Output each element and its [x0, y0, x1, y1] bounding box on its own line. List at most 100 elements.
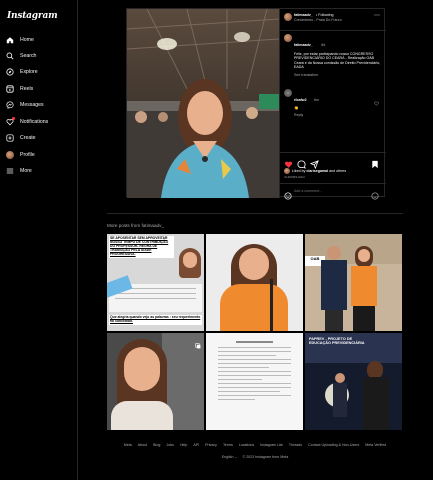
face	[358, 249, 370, 262]
pants	[353, 306, 375, 331]
sidebar: Instagram Home Search Explore Reels Mess…	[0, 0, 78, 480]
comment-text: 👏	[294, 106, 299, 110]
reply-button[interactable]: Reply	[294, 113, 374, 117]
face	[239, 248, 269, 280]
footer-link[interactable]: Blog	[153, 443, 160, 447]
sidebar-item-label: Profile	[20, 152, 35, 158]
post-location[interactable]: Crecimiento - Praia Do Futuro	[294, 18, 342, 22]
sidebar-item-label: Explore	[20, 69, 38, 75]
footer-link[interactable]: Instagram Lite	[260, 443, 283, 447]
sidebar-item-notifications[interactable]: Notifications	[6, 116, 48, 128]
liked-by-others[interactable]: and others	[329, 169, 346, 173]
sidebar-item-label: Messages	[20, 102, 44, 108]
post-side-panel: fatimaadv_ • Following Crecimiento - Pra…	[279, 9, 386, 200]
post-header: fatimaadv_ • Following Crecimiento - Pra…	[280, 9, 386, 31]
face	[327, 246, 341, 260]
footer-link[interactable]: Help	[180, 443, 187, 447]
comment-item: ribafw2 6m 👏 Reply	[294, 88, 374, 118]
orange-blouse	[351, 266, 377, 306]
microphone	[270, 279, 273, 331]
comment-input[interactable]	[294, 187, 366, 195]
instagram-logo[interactable]: Instagram	[7, 11, 58, 21]
grid-post[interactable]: PAPREV - PROJETO DE EDUCAÇÃO PREVIDENCIÁ…	[305, 333, 402, 430]
home-icon	[6, 36, 14, 44]
sidebar-item-search[interactable]: Search	[6, 50, 36, 62]
post-overlay-text: Que alegria quando vejo as palavras : se…	[109, 315, 202, 325]
compass-icon	[6, 68, 14, 76]
post-card: fatimaadv_ • Following Crecimiento - Pra…	[126, 8, 386, 200]
copyright: © 2023 Instagram from Meta	[242, 455, 289, 459]
emoji-picker-icon[interactable]	[371, 187, 379, 205]
legs	[325, 310, 343, 331]
sidebar-item-reels[interactable]: Reels	[6, 83, 33, 95]
section-divider	[107, 213, 403, 214]
liked-by: Liked by clarisegamal and others	[292, 169, 346, 173]
bookmark-icon[interactable]	[371, 156, 379, 174]
post-image	[127, 9, 279, 198]
menu-icon	[6, 167, 14, 175]
caption-avatar[interactable]	[284, 34, 292, 42]
profile-avatar	[6, 151, 14, 159]
grid-post[interactable]	[206, 333, 303, 430]
grid-post[interactable]: OAB	[305, 234, 402, 331]
liked-by-user[interactable]: clarisegamal	[306, 169, 328, 173]
footer-link[interactable]: API	[193, 443, 199, 447]
face	[124, 347, 160, 391]
orange-blouse	[220, 284, 288, 331]
sidebar-item-messages[interactable]: Messages	[6, 99, 44, 111]
sidebar-item-explore[interactable]: Explore	[6, 66, 38, 78]
caption-block: fatimaadv_ 8d Feliz, por estar participa…	[294, 33, 382, 77]
liker-avatar[interactable]	[284, 168, 290, 174]
more-posts-grid: SE APOSENTAR SEM APROVEITAR NOSSO TEMPO …	[107, 234, 403, 430]
sidebar-item-label: Home	[20, 37, 34, 43]
language-selector[interactable]: English	[222, 455, 234, 459]
sidebar-item-create[interactable]: Create	[6, 132, 36, 144]
more-options-icon[interactable]: ⋯	[374, 13, 380, 19]
follow-status[interactable]: • Following	[316, 13, 333, 17]
sidebar-item-label: Create	[20, 135, 36, 141]
search-icon	[6, 52, 14, 60]
grid-post[interactable]	[206, 234, 303, 331]
footer-meta: English ⌄ © 2023 Instagram from Meta	[0, 455, 433, 459]
divider	[280, 183, 386, 184]
see-translation-link[interactable]: See translation	[294, 73, 382, 77]
sidebar-item-more[interactable]: More	[6, 165, 32, 177]
sidebar-item-home[interactable]: Home	[6, 34, 34, 46]
speaker-dress	[363, 377, 389, 430]
footer-link[interactable]: Meta	[124, 443, 132, 447]
post-overlay-text: PAPREV - PROJETO DE EDUCAÇÃO PREVIDENCIÁ…	[309, 337, 365, 346]
grid-post[interactable]	[107, 333, 204, 430]
footer-link[interactable]: Privacy	[205, 443, 217, 447]
post-photo[interactable]	[127, 9, 279, 198]
footer-link[interactable]: Threads	[289, 443, 302, 447]
sidebar-item-label: Reels	[20, 86, 34, 92]
footer-link[interactable]: Terms	[223, 443, 233, 447]
emoji-icon[interactable]	[284, 187, 292, 205]
document-image	[218, 341, 291, 425]
author-avatar[interactable]	[284, 13, 292, 21]
sidebar-item-profile[interactable]: Profile	[6, 149, 35, 161]
footer-link[interactable]: About	[138, 443, 147, 447]
messenger-icon	[6, 101, 14, 109]
reels-icon	[6, 85, 14, 93]
footer-link[interactable]: Contact Uploading & Non-Users	[308, 443, 359, 447]
caption-text: Feliz, por estar participando nosso CONG…	[294, 52, 381, 70]
comment-like-icon[interactable]	[374, 93, 379, 111]
chevron-down-icon[interactable]: ⌄	[234, 455, 238, 459]
suit	[321, 260, 347, 310]
footer-link[interactable]: Meta Verified	[365, 443, 386, 447]
grid-post[interactable]: SE APOSENTAR SEM APROVEITAR NOSSO TEMPO …	[107, 234, 204, 331]
post-overlay-text: SE APOSENTAR SEM APROVEITAR NOSSO TEMPO …	[109, 236, 174, 258]
comment-username[interactable]: ribafw2	[294, 98, 307, 102]
author-username[interactable]: fatimaadv_	[294, 13, 313, 17]
plus-square-icon	[6, 134, 14, 142]
caption-username[interactable]: fatimaadv_	[294, 43, 313, 47]
sidebar-item-label: More	[20, 168, 32, 174]
footer-link[interactable]: Locations	[239, 443, 254, 447]
notification-dot	[12, 117, 15, 120]
sidebar-item-label: Search	[20, 53, 37, 59]
heart-icon	[6, 117, 15, 126]
footer-link[interactable]: Jobs	[166, 443, 174, 447]
face	[335, 373, 345, 383]
commenter-avatar[interactable]	[284, 89, 292, 97]
